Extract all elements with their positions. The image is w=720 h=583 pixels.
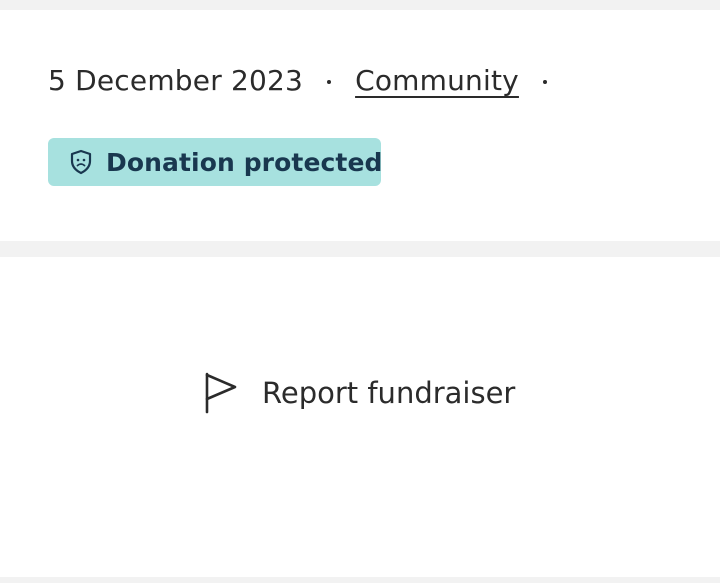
report-fundraiser-button[interactable]: Report fundraiser [200, 369, 515, 417]
bottom-divider [0, 577, 720, 583]
meta-row: 5 December 2023 Community [48, 60, 571, 100]
category-link[interactable]: Community [355, 64, 519, 97]
report-fundraiser-label: Report fundraiser [262, 376, 516, 410]
badge-label: Donation protected [106, 147, 383, 177]
top-divider [0, 0, 720, 10]
fundraiser-meta-card: 5 December 2023 Community Donation prote… [0, 10, 720, 241]
section-divider [0, 241, 720, 257]
donation-protected-badge[interactable]: Donation protected [48, 138, 383, 186]
shield-icon [68, 149, 94, 175]
flag-icon [200, 371, 240, 415]
page: 5 December 2023 Community Donation prote… [0, 0, 720, 583]
separator-dot [327, 80, 332, 84]
created-date: 5 December 2023 [48, 63, 304, 97]
report-card: Report fundraiser [0, 257, 720, 577]
separator-dot [542, 80, 547, 84]
